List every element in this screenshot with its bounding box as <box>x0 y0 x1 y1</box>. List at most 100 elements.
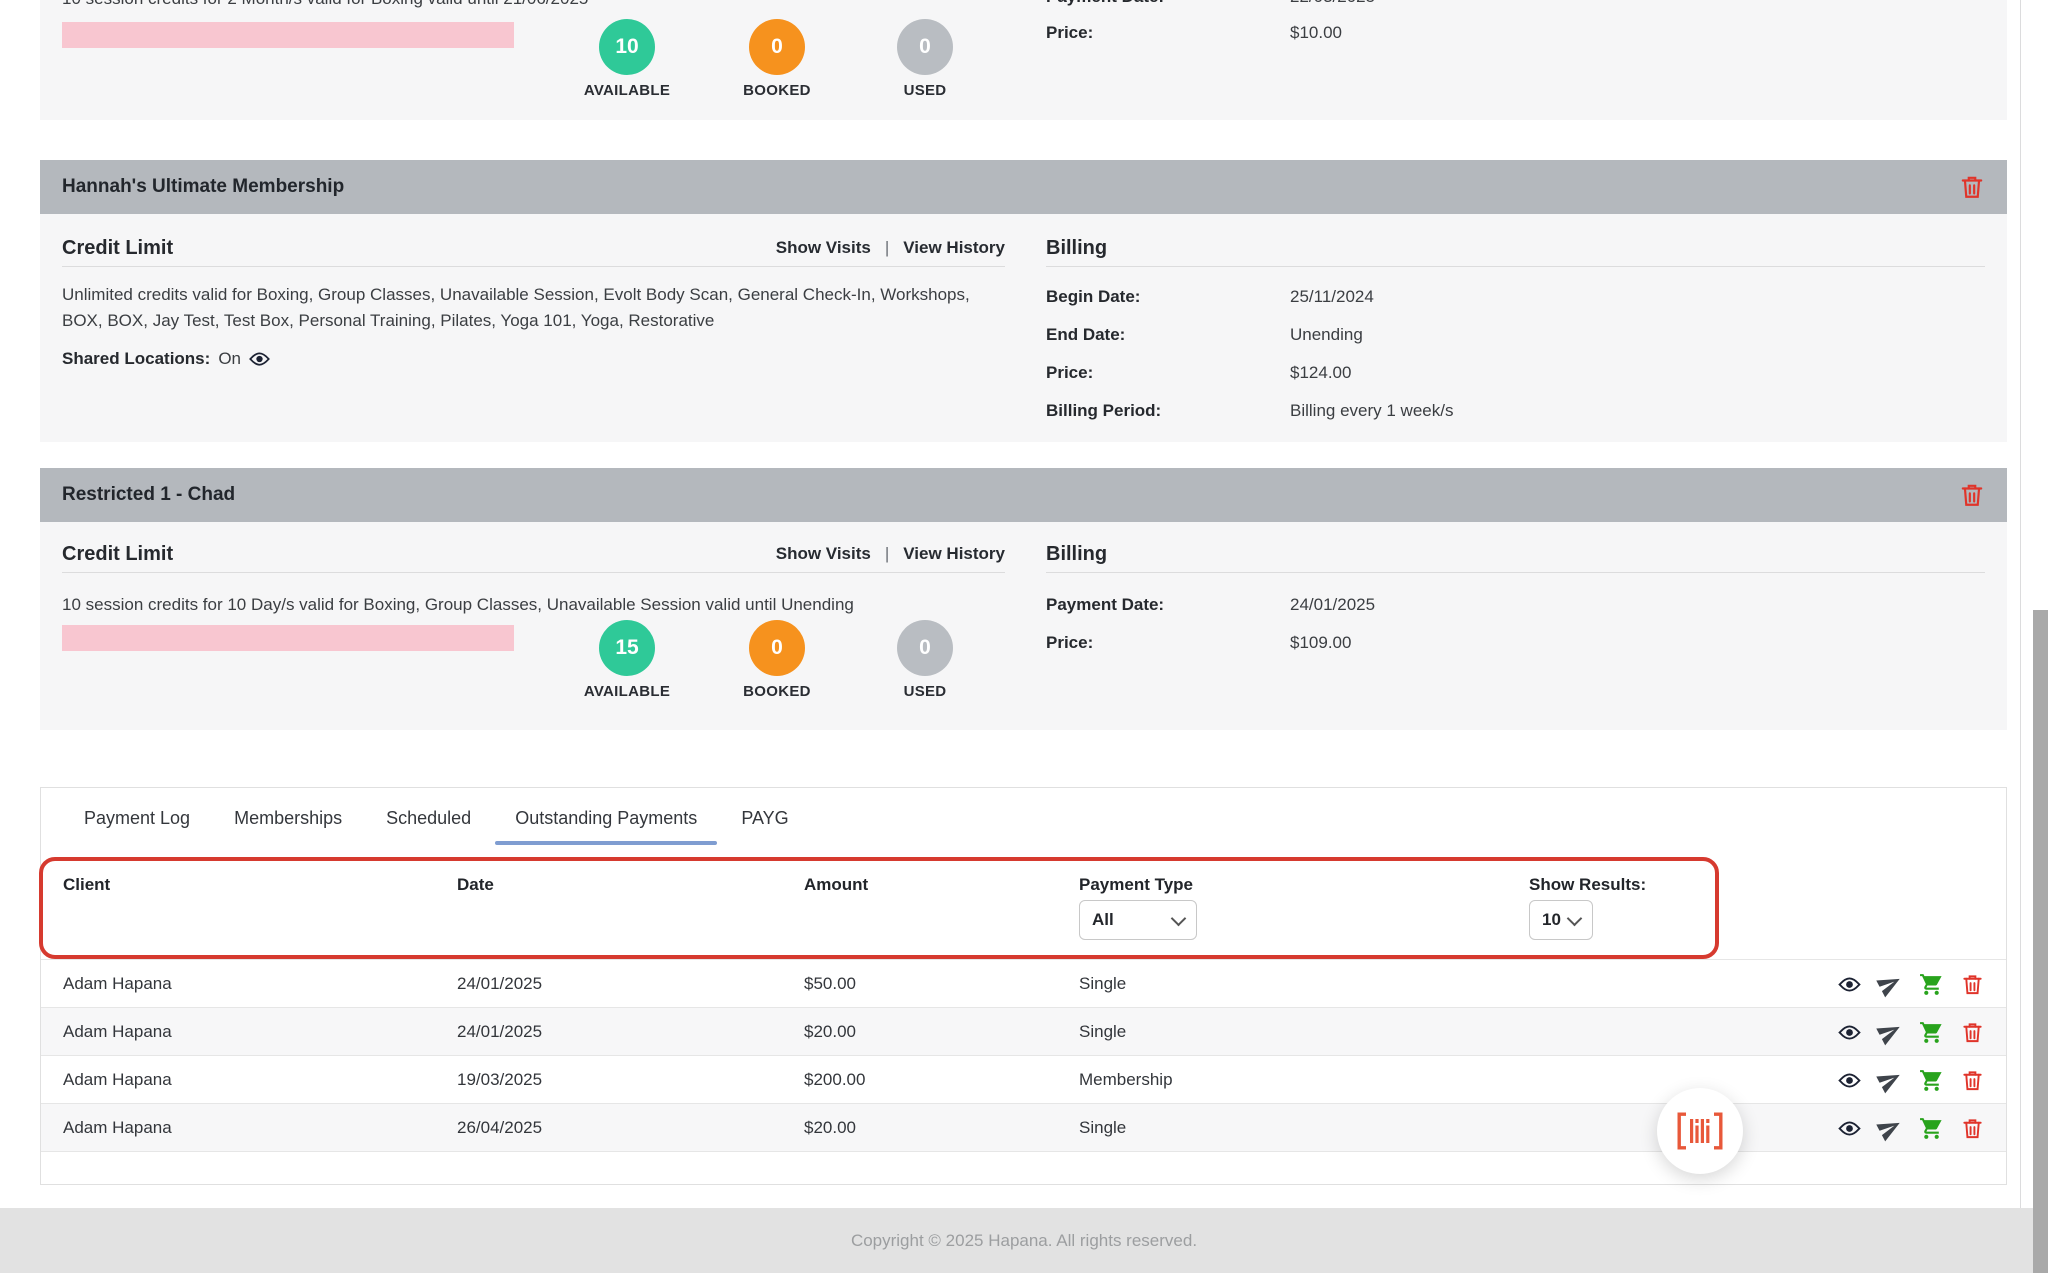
tab-outstanding-payments[interactable]: Outstanding Payments <box>515 804 697 832</box>
shared-locations-eye-icon[interactable] <box>249 352 270 366</box>
view-icon[interactable] <box>1838 1025 1861 1040</box>
price-value: $124.00 <box>1290 363 1351 382</box>
booked-label: BOOKED <box>717 82 837 99</box>
scrollbar-thumb[interactable] <box>2033 610 2048 1273</box>
delete-icon[interactable] <box>1961 1117 1984 1140</box>
stat-available: 15 AVAILABLE <box>567 620 687 700</box>
delete-membership-icon[interactable] <box>1959 482 1985 508</box>
show-results-select[interactable]: 10 <box>1529 900 1593 940</box>
delete-icon[interactable] <box>1961 1069 1984 1092</box>
view-history-link[interactable]: View History <box>903 238 1005 257</box>
barcode-scan-button[interactable] <box>1657 1088 1743 1174</box>
cell-date: 24/01/2025 <box>457 1008 542 1055</box>
membership-header: Hannah's Ultimate Membership <box>40 160 2007 214</box>
left-column-divider <box>62 572 1005 573</box>
chevron-down-icon <box>1171 910 1187 926</box>
credit-limit-links: Show Visits | View History <box>62 544 1005 564</box>
cell-date: 19/03/2025 <box>457 1056 542 1103</box>
membership-header: Restricted 1 - Chad <box>40 468 2007 522</box>
begin-date-label: Begin Date: <box>1046 284 1290 310</box>
chevron-down-icon <box>1567 910 1583 926</box>
footer: Copyright © 2025 Hapana. All rights rese… <box>0 1208 2048 1273</box>
row-actions <box>1838 960 1984 1008</box>
cell-amount: $20.00 <box>804 1008 856 1055</box>
cell-amount: $50.00 <box>804 960 856 1007</box>
price-row: Price:$109.00 <box>1046 630 1351 656</box>
send-icon[interactable] <box>1878 1068 1902 1092</box>
credit-progress-bar <box>62 22 514 48</box>
cell-client: Adam Hapana <box>63 960 172 1007</box>
price-row: Price:$124.00 <box>1046 360 1351 386</box>
send-icon[interactable] <box>1878 1020 1902 1044</box>
cell-client: Adam Hapana <box>63 1056 172 1103</box>
price-value: $109.00 <box>1290 633 1351 652</box>
delete-icon[interactable] <box>1961 973 1984 996</box>
copyright-text: Copyright © 2025 Hapana. All rights rese… <box>851 1231 1197 1251</box>
price-label: Price: <box>1046 20 1290 46</box>
delete-icon[interactable] <box>1961 1021 1984 1044</box>
payment-date-value: 24/01/2025 <box>1290 595 1375 614</box>
available-label: AVAILABLE <box>567 82 687 99</box>
credit-limit-description: Unlimited credits valid for Boxing, Grou… <box>62 282 1010 334</box>
cell-date: 26/04/2025 <box>457 1104 542 1151</box>
end-date-row: End Date:Unending <box>1046 322 1363 348</box>
cell-client: Adam Hapana <box>63 1104 172 1151</box>
used-count-badge: 0 <box>897 19 953 75</box>
show-visits-link[interactable]: Show Visits <box>776 238 871 257</box>
send-icon[interactable] <box>1878 1116 1902 1140</box>
show-visits-link[interactable]: Show Visits <box>776 544 871 563</box>
payment-type-select[interactable]: All <box>1079 900 1197 940</box>
right-column-divider <box>1046 266 1985 267</box>
view-icon[interactable] <box>1838 1121 1861 1136</box>
cart-icon[interactable] <box>1919 1116 1944 1141</box>
delete-membership-icon[interactable] <box>1959 174 1985 200</box>
tab-scheduled[interactable]: Scheduled <box>386 804 471 832</box>
show-results-selected-value: 10 <box>1542 910 1561 930</box>
price-row: Price:$10.00 <box>1046 20 1342 46</box>
cell-payment-type: Membership <box>1079 1056 1173 1103</box>
used-label: USED <box>865 683 985 700</box>
cell-client: Adam Hapana <box>63 1008 172 1055</box>
cell-amount: $20.00 <box>804 1104 856 1151</box>
begin-date-row: Begin Date:25/11/2024 <box>1046 284 1374 310</box>
view-history-link[interactable]: View History <box>903 544 1005 563</box>
used-label: USED <box>865 82 985 99</box>
link-separator: | <box>885 238 889 257</box>
cart-icon[interactable] <box>1919 1068 1944 1093</box>
credit-progress-bar <box>62 625 514 651</box>
cell-payment-type: Single <box>1079 1008 1126 1055</box>
stat-booked: 0 BOOKED <box>717 19 837 99</box>
cell-payment-type: Single <box>1079 960 1126 1007</box>
cart-icon[interactable] <box>1919 972 1944 997</box>
price-value: $10.00 <box>1290 23 1342 42</box>
stat-used: 0 USED <box>865 19 985 99</box>
tab-payg[interactable]: PAYG <box>741 804 788 832</box>
cell-payment-type: Single <box>1079 1104 1126 1151</box>
payment-type-selected-value: All <box>1092 910 1114 930</box>
end-date-value: Unending <box>1290 325 1363 344</box>
view-icon[interactable] <box>1838 977 1861 992</box>
right-column-divider <box>1046 572 1985 573</box>
left-column-divider <box>62 266 1005 267</box>
available-count-badge: 10 <box>599 19 655 75</box>
barcode-icon <box>1677 1112 1723 1150</box>
send-icon[interactable] <box>1878 972 1902 996</box>
billing-period-label: Billing Period: <box>1046 398 1290 424</box>
view-icon[interactable] <box>1838 1073 1861 1088</box>
cell-amount: $200.00 <box>804 1056 865 1103</box>
shared-locations-label: Shared Locations: <box>62 349 210 369</box>
column-header-payment-type: Payment Type <box>1079 872 1193 898</box>
membership-profile-page: 10 session credits for 2 Month/s valid f… <box>0 0 2048 1273</box>
tab-payment-log[interactable]: Payment Log <box>84 804 190 832</box>
booked-count-badge: 0 <box>749 620 805 676</box>
annotation-highlight <box>39 857 1719 959</box>
row-actions <box>1838 1056 1984 1104</box>
cart-icon[interactable] <box>1919 1020 1944 1045</box>
payment-date-label: Payment Date: <box>1046 0 1290 10</box>
payment-date-value: 22/03/2025 <box>1290 0 1375 6</box>
membership-title: Restricted 1 - Chad <box>62 484 235 506</box>
tab-memberships[interactable]: Memberships <box>234 804 342 832</box>
content-divider <box>2020 0 2021 1208</box>
membership-title: Hannah's Ultimate Membership <box>62 176 344 198</box>
link-separator: | <box>885 544 889 563</box>
